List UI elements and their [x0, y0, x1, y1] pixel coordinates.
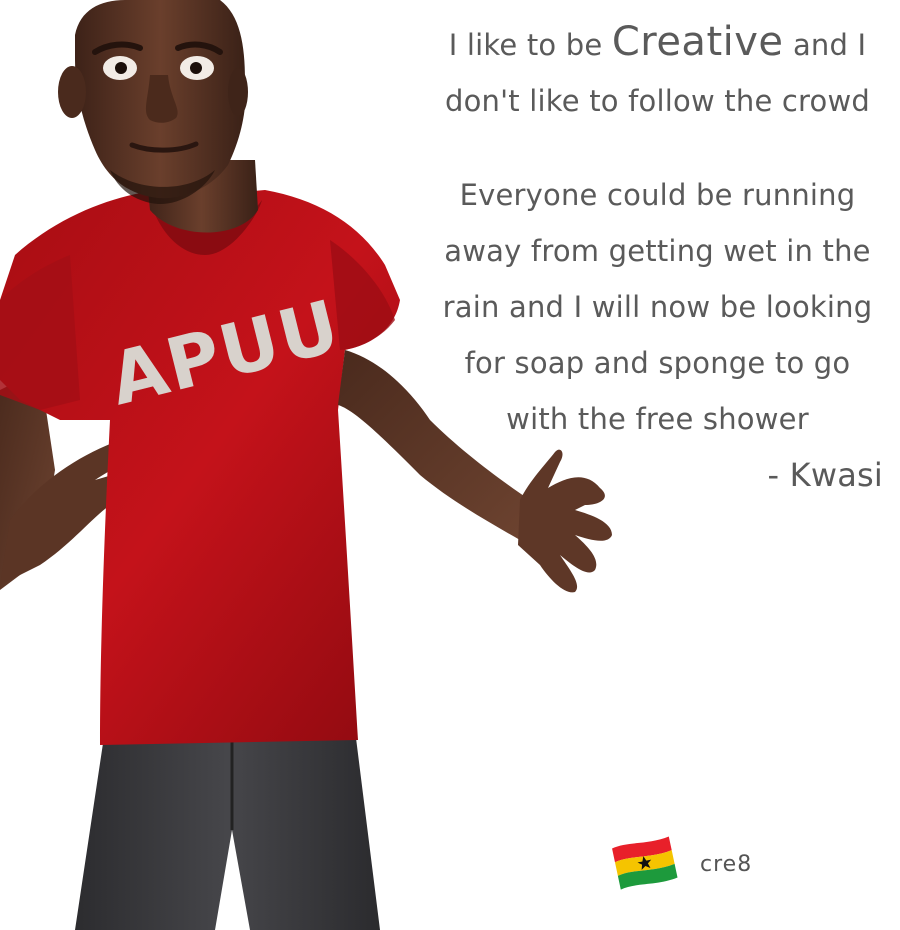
quote-line-4: away from getting wet in the — [444, 234, 871, 268]
quote-line-2: don't like to follow the crowd — [444, 84, 870, 118]
brand-mark: cre8 — [612, 836, 752, 892]
canvas: APUU I like to be Creative and I don't l… — [0, 0, 900, 930]
shirt: APUU — [0, 190, 400, 745]
quote-line-5: rain and I will now be looking — [442, 290, 873, 324]
quote-line-3: Everyone could be running — [459, 178, 856, 212]
quote-line-6: for soap and sponge to go — [464, 346, 851, 380]
quote-line-7: with the free shower — [506, 402, 809, 436]
quote-author: - Kwasi — [767, 456, 883, 494]
quote-line-1: I like to be Creative and I — [448, 19, 867, 65]
ghana-flag-icon — [612, 836, 678, 890]
quote-emphasis: Creative — [611, 19, 784, 65]
quote-block: I like to be Creative and I don't like t… — [420, 14, 895, 503]
head — [58, 0, 248, 205]
pants — [75, 730, 380, 930]
brand-label: cre8 — [700, 851, 753, 877]
